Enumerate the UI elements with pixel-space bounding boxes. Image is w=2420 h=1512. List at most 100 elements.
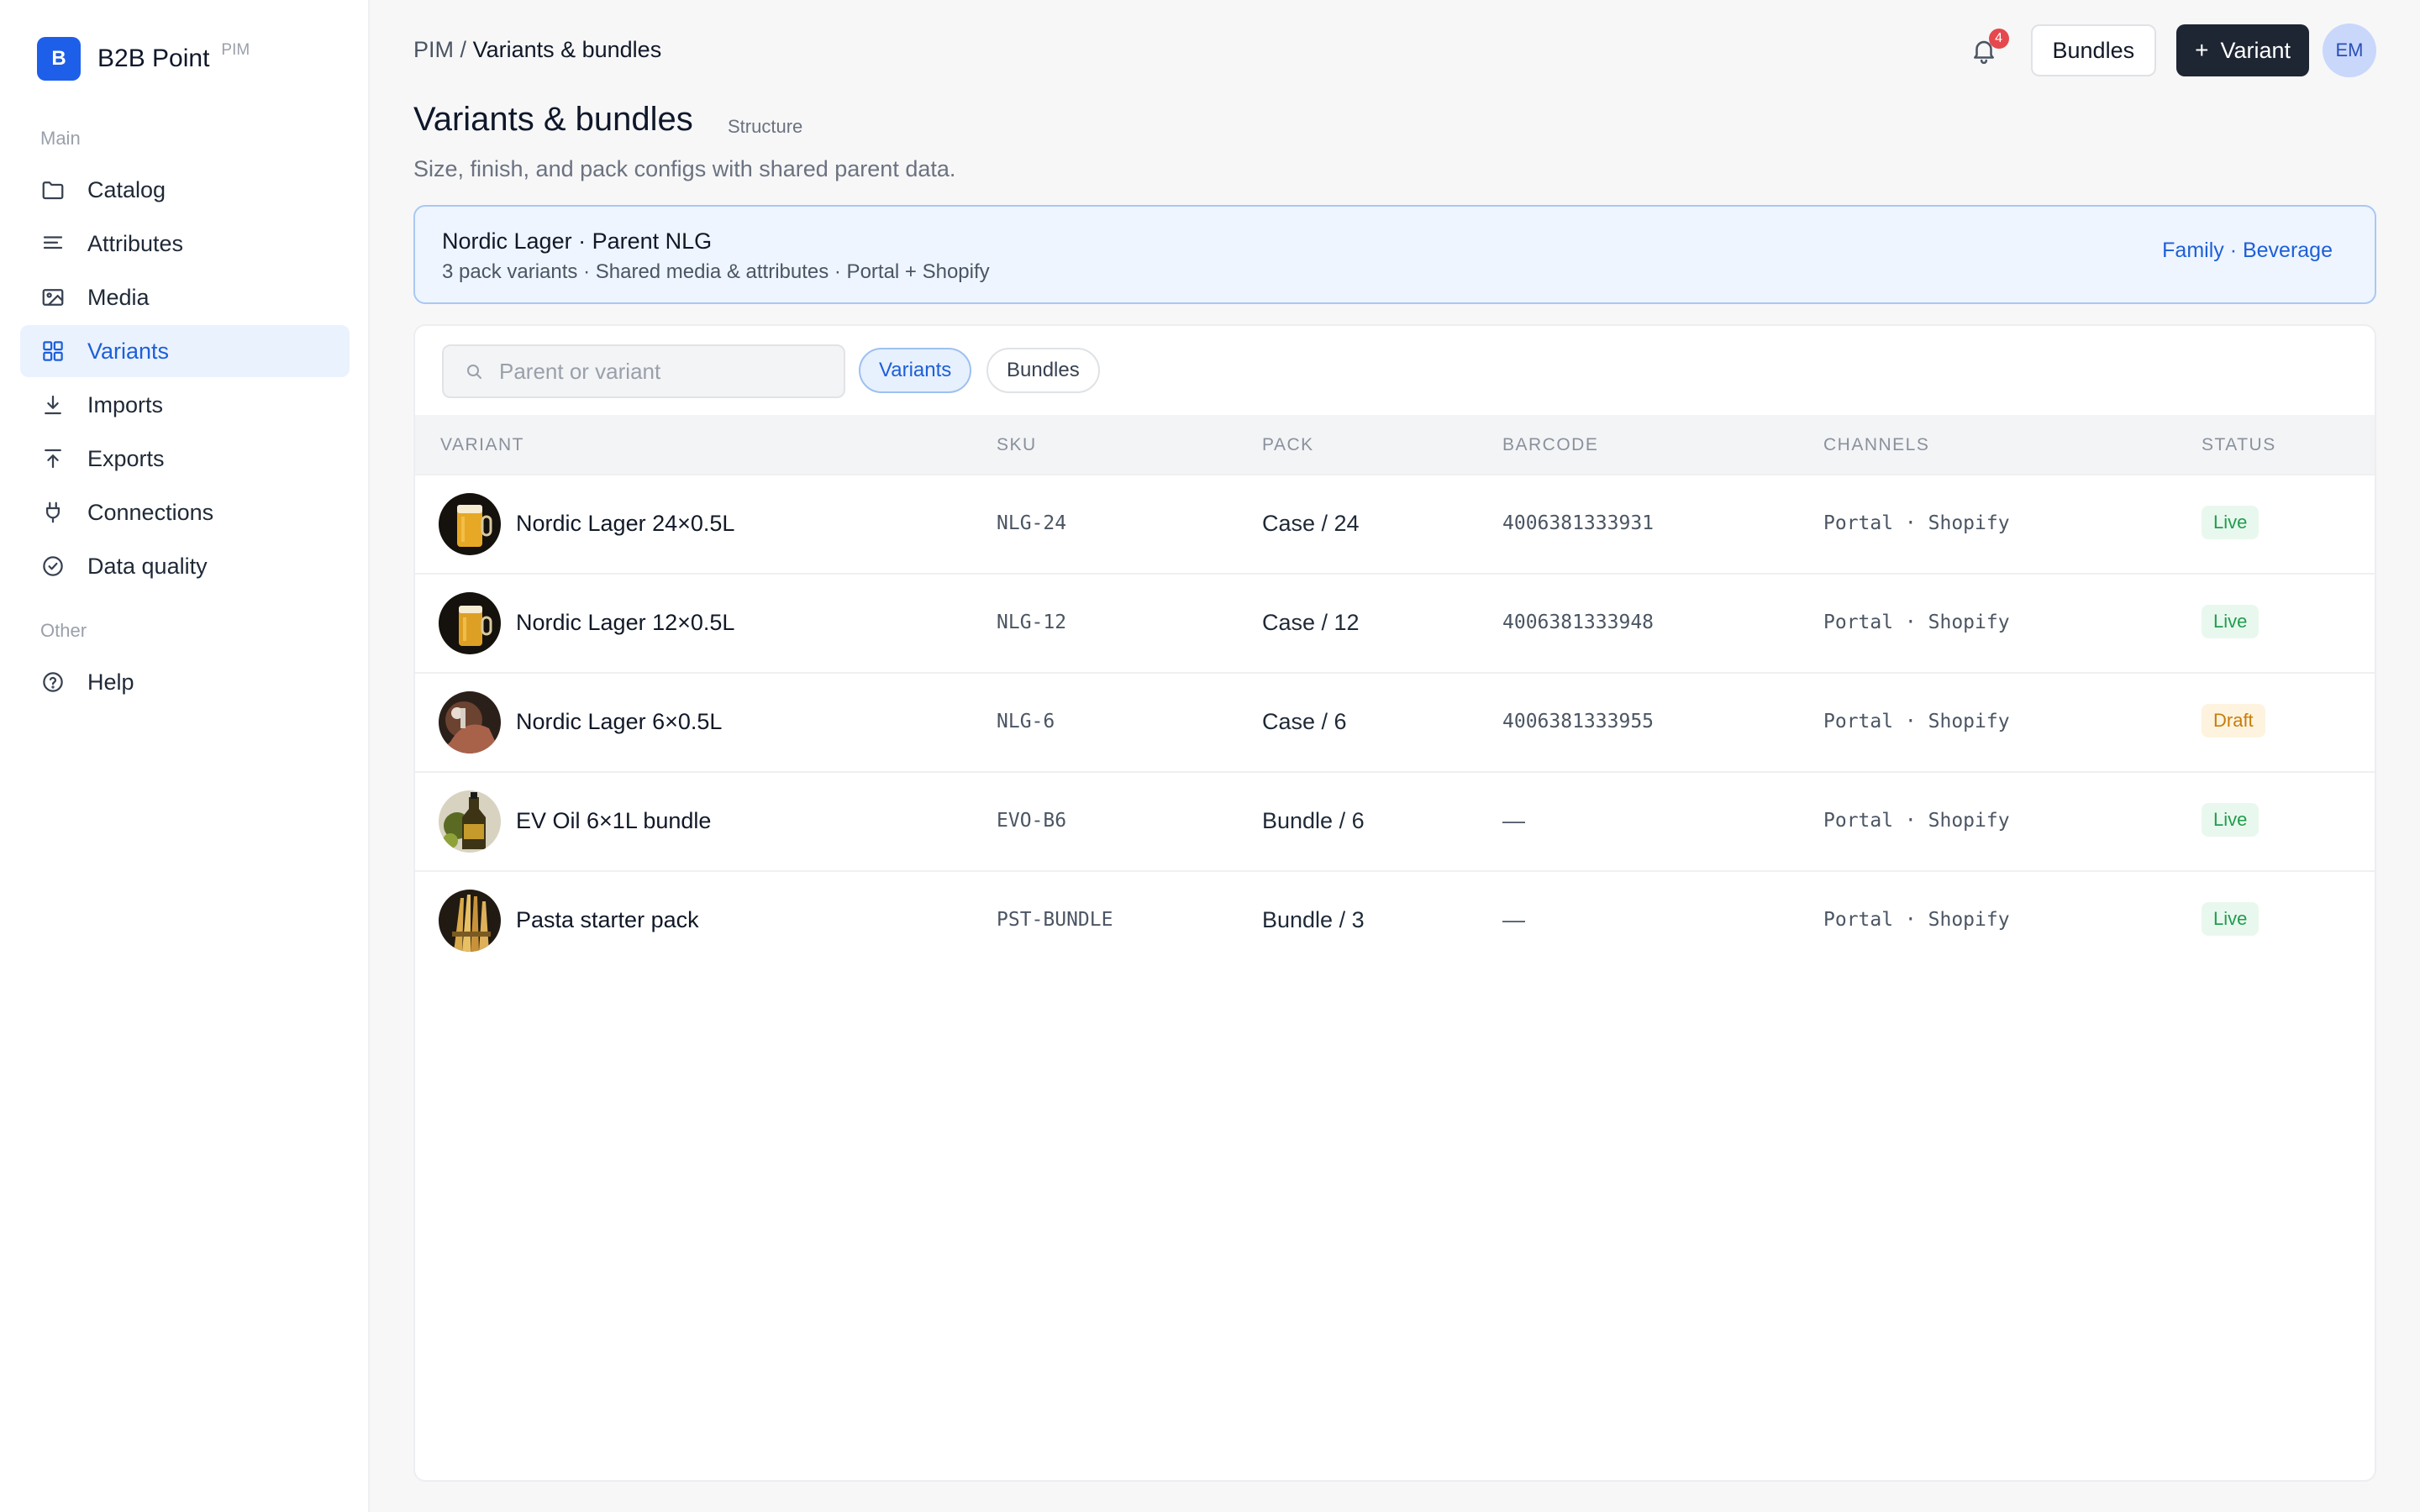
sidebar-item-connections[interactable]: Connections [20, 486, 350, 538]
sidebar-item-help[interactable]: Help [20, 656, 350, 708]
sidebar-item-label: Help [87, 669, 134, 695]
product-thumbnail [439, 493, 501, 555]
user-avatar[interactable]: EM [2323, 24, 2376, 77]
variant-barcode: 4006381333948 [1502, 612, 1655, 633]
add-variant-label: Variant [2220, 37, 2291, 63]
variant-pack: Case / 6 [1262, 709, 1347, 734]
breadcrumb-root[interactable]: PIM [413, 37, 454, 62]
sidebar-item-catalog[interactable]: Catalog [20, 164, 350, 216]
app-window: B B2B Point PIM Main Catalog Attributes … [0, 0, 2420, 1512]
help-circle-icon [40, 669, 66, 695]
parent-meta: 3 pack variants · Shared media & attribu… [442, 260, 990, 283]
column-header-channels[interactable]: CHANNELS [1823, 435, 1929, 455]
variant-channels: Portal · Shopify [1823, 909, 2010, 931]
product-thumbnail [439, 691, 501, 753]
status-badge: Live [2202, 605, 2260, 638]
upload-icon [40, 446, 66, 471]
sidebar: B B2B Point PIM Main Catalog Attributes … [0, 0, 370, 1512]
download-icon [40, 392, 66, 417]
add-variant-button[interactable]: + Variant [2176, 24, 2309, 76]
variant-name: Pasta starter pack [516, 907, 699, 932]
column-header-variant[interactable]: VARIANT [440, 435, 524, 455]
variant-pack: Case / 24 [1262, 511, 1360, 536]
sidebar-item-label: Exports [87, 445, 165, 471]
variants-table-card: Variants Bundles VARIANT SKU PACK BARCOD… [413, 324, 2376, 1482]
sidebar-item-media[interactable]: Media [20, 271, 350, 323]
sidebar-item-variants[interactable]: Variants [20, 325, 350, 377]
grid-icon [40, 339, 66, 364]
variant-channels: Portal · Shopify [1823, 711, 2010, 732]
column-header-sku[interactable]: SKU [997, 435, 1037, 455]
variant-sku: PST-BUNDLE [997, 909, 1113, 931]
sidebar-item-data-quality[interactable]: Data quality [20, 540, 350, 592]
variant-barcode: 4006381333955 [1502, 711, 1655, 732]
sidebar-item-attributes[interactable]: Attributes [20, 218, 350, 270]
table-row[interactable]: EV Oil 6×1L bundle EVO-B6 Bundle / 6 — P… [415, 771, 2375, 870]
brand[interactable]: B B2B Point PIM [37, 37, 250, 81]
breadcrumb-current: Variants & bundles [472, 37, 662, 62]
variant-name: Nordic Lager 12×0.5L [516, 610, 735, 635]
variant-sku: EVO-B6 [997, 810, 1067, 832]
plug-icon [40, 500, 66, 525]
table-header: VARIANT SKU PACK BARCODE CHANNELS STATUS [415, 415, 2375, 474]
chip-bundles[interactable]: Bundles [986, 348, 1100, 393]
variant-channels: Portal · Shopify [1823, 810, 2010, 832]
sidebar-item-imports[interactable]: Imports [20, 379, 350, 431]
main-content: PIM / Variants & bundles 4 Bundles + Var… [370, 0, 2420, 1512]
sidebar-item-label: Connections [87, 499, 214, 525]
header-actions: 4 Bundles + Variant EM [1967, 24, 2376, 77]
variant-pack: Bundle / 3 [1262, 907, 1365, 932]
sidebar-item-label: Catalog [87, 176, 166, 202]
sidebar-item-exports[interactable]: Exports [20, 433, 350, 485]
variant-barcode: — [1502, 907, 1525, 932]
nav-section-main: Main [40, 128, 81, 149]
variant-channels: Portal · Shopify [1823, 512, 2010, 534]
sidebar-item-label: Imports [87, 391, 164, 417]
status-badge: Live [2202, 902, 2260, 936]
column-header-barcode[interactable]: BARCODE [1502, 435, 1598, 455]
page-title: Variants & bundles [413, 101, 693, 138]
column-header-pack[interactable]: PACK [1262, 435, 1314, 455]
table-row[interactable]: Nordic Lager 12×0.5L NLG-12 Case / 12 40… [415, 573, 2375, 672]
sidebar-item-label: Data quality [87, 553, 208, 579]
brand-tag: PIM [221, 41, 250, 59]
list-icon [40, 231, 66, 256]
plus-icon: + [2195, 37, 2209, 63]
column-header-status[interactable]: STATUS [2202, 435, 2276, 455]
variant-name: Nordic Lager 24×0.5L [516, 511, 735, 536]
folder-icon [40, 177, 66, 202]
parent-family-link[interactable]: Family · Beverage [2162, 239, 2333, 263]
search-box[interactable] [442, 344, 845, 398]
bundles-button[interactable]: Bundles [2030, 24, 2157, 76]
sidebar-item-label: Variants [87, 338, 170, 364]
table-row[interactable]: Nordic Lager 6×0.5L NLG-6 Case / 6 40063… [415, 672, 2375, 771]
variant-barcode: — [1502, 808, 1525, 833]
page-subtitle: Size, finish, and pack configs with shar… [413, 156, 956, 181]
product-thumbnail [439, 890, 501, 952]
chip-variants[interactable]: Variants [859, 348, 972, 393]
variant-sku: NLG-12 [997, 612, 1067, 633]
variant-pack: Bundle / 6 [1262, 808, 1365, 833]
variant-sku: NLG-6 [997, 711, 1055, 732]
table-row[interactable]: Nordic Lager 24×0.5L NLG-24 Case / 24 40… [415, 474, 2375, 573]
variant-pack: Case / 12 [1262, 610, 1360, 635]
nav-section-other: Other [40, 620, 87, 641]
parent-title: Nordic Lager · Parent NLG [442, 228, 713, 254]
product-thumbnail [439, 790, 501, 853]
search-input[interactable] [497, 357, 837, 386]
status-badge: Live [2202, 506, 2260, 539]
variant-channels: Portal · Shopify [1823, 612, 2010, 633]
notifications-button[interactable]: 4 [1967, 29, 2009, 67]
search-icon [467, 365, 481, 379]
image-icon [40, 285, 66, 310]
variant-barcode: 4006381333931 [1502, 512, 1655, 534]
brand-name: B2B Point [97, 45, 210, 72]
check-circle-icon [40, 554, 66, 579]
variant-sku: NLG-24 [997, 512, 1067, 534]
status-badge: Live [2202, 803, 2260, 837]
breadcrumb: PIM / Variants & bundles [413, 37, 661, 63]
notification-badge: 4 [1988, 29, 2009, 49]
brand-logo: B [37, 37, 81, 81]
parent-summary-card[interactable]: Nordic Lager · Parent NLG 3 pack variant… [413, 205, 2376, 304]
table-row[interactable]: Pasta starter pack PST-BUNDLE Bundle / 3… [415, 870, 2375, 969]
